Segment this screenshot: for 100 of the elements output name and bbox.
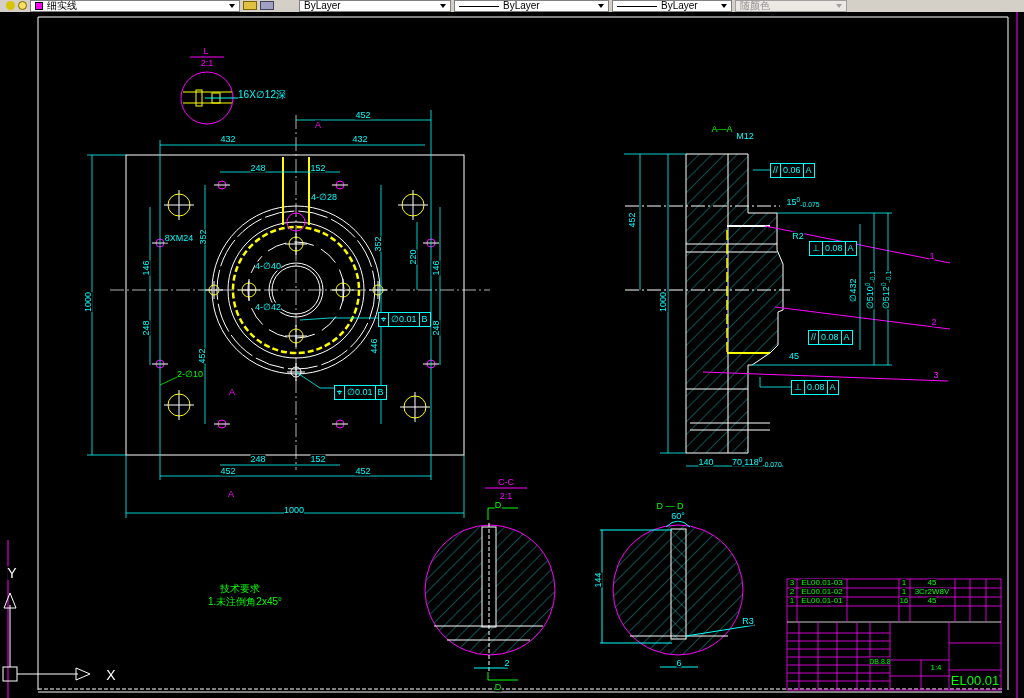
tolerance-value: 0.08 (818, 331, 841, 344)
balloon-number: 2 (931, 317, 937, 327)
dimension-label: 452 (627, 212, 637, 228)
bylayer-dropdown[interactable]: ByLayer (454, 0, 609, 12)
table-cell: 1 (901, 588, 907, 596)
dimension-label: 6 (676, 658, 682, 668)
ucs-axis-icon (2, 592, 91, 682)
dimension-label: 432 (220, 134, 236, 144)
dimension-label: 140 (698, 457, 714, 467)
dimension-label: 220 (408, 249, 418, 265)
table-cell: EL00.01-02 (801, 588, 843, 596)
tolerance-symbol: ⌖ (336, 386, 343, 399)
axis-label: Y (7, 566, 17, 580)
datum-label: B (374, 386, 386, 399)
datum-label: A (802, 164, 814, 177)
view-label: A—A (711, 124, 733, 134)
dimension-label: 60° (671, 511, 685, 521)
dimension-label: 446 (369, 338, 379, 354)
dropdown-value: 随颜色 (740, 1, 770, 11)
dropdown-value: ByLayer (304, 1, 341, 11)
section-mark: A (229, 387, 235, 397)
table-cell: EL00.01-01 (801, 597, 843, 605)
table-cell: EL00.01-03 (801, 579, 843, 587)
dimension-label: 146 (431, 260, 441, 276)
dimension-label: 1000 (284, 505, 304, 515)
dimension-label: 452 (355, 466, 371, 476)
tolerance-symbol: // (810, 331, 817, 344)
dimension-label: 1000 (83, 292, 93, 312)
scale-label: 2:1 (200, 58, 214, 68)
table-cell: 45 (927, 597, 937, 605)
axis-label: X (106, 668, 116, 682)
line-sample-icon (459, 5, 499, 7)
dropdown-value: ByLayer (503, 1, 540, 11)
view-label: L (203, 46, 209, 56)
table-cell: 3Cr2W8V (914, 588, 950, 596)
tolerance-value: 0.06 (780, 164, 803, 177)
dimension-label: 248 (250, 454, 266, 464)
dimension-label: 146 (141, 260, 151, 276)
note-text: 1.未注倒角2x45° (208, 597, 282, 607)
scale-label: 2:1 (499, 491, 513, 501)
dimension-label: 352 (198, 229, 208, 245)
layer-dropdown[interactable]: 细实线 (30, 0, 240, 12)
bylayer-dropdown[interactable]: ByLayer (299, 0, 451, 12)
view-label: D — D (656, 501, 684, 511)
balloon-number: 1 (929, 251, 935, 261)
drawing-number: EL00.01 (950, 673, 1000, 687)
caret-icon (598, 4, 604, 8)
caret-icon (721, 4, 727, 8)
dimension-label: 248 (141, 320, 151, 336)
dimension-label: 45 (789, 351, 799, 361)
dimension-label: R3 (742, 616, 754, 626)
dimension-label: 452 (355, 110, 371, 120)
note-label: 4-∅28 (311, 192, 337, 202)
tolerance-symbol: // (772, 164, 779, 177)
note-label: 8XM24 (164, 233, 194, 243)
note-label: 4-∅40 (255, 261, 281, 271)
tolerance-symbol: ⊥ (793, 381, 803, 394)
section-mark: D (494, 500, 502, 510)
dimension-label: M12 (736, 131, 754, 141)
bylayer-dropdown[interactable]: ByLayer (612, 0, 732, 12)
line-sample-icon (617, 5, 657, 7)
dimension-label: 432 (352, 134, 368, 144)
dimension-label: 2 (504, 658, 510, 668)
section-mark: D (494, 682, 502, 692)
dimension-label: 248 (431, 320, 441, 336)
table-cell: 45 (927, 579, 937, 587)
dimension-label: 152 (310, 454, 326, 464)
view-label: C-C (498, 477, 514, 487)
dimension-label: 70 (732, 457, 742, 467)
tolerance-value: ∅0.01 (344, 386, 375, 399)
table-cell: 1:4 (930, 664, 942, 672)
caret-icon (440, 4, 446, 8)
layer-color-swatch (35, 2, 43, 10)
dimension-label: 352 (373, 236, 383, 252)
dropdown-value: ByLayer (661, 1, 698, 11)
section-mark: A (315, 120, 321, 130)
notes-heading: 技术要求 (220, 584, 260, 594)
table-cell: 2 (789, 588, 795, 596)
datum-label: A (826, 381, 838, 394)
table-cell: 1 (789, 597, 795, 605)
dimension-label: R2 (792, 231, 804, 241)
section-mark: A (228, 489, 234, 499)
tolerance-symbol: ⊥ (811, 242, 821, 255)
balloon-number: 3 (933, 370, 939, 380)
caret-icon (836, 4, 842, 8)
tolerance-value: 0.08 (822, 242, 845, 255)
note-label: 4-∅42 (255, 302, 281, 312)
dimension-label: 452 (197, 348, 207, 364)
dimension-label: 1000 (658, 292, 668, 312)
datum-label: A (840, 331, 852, 344)
layer-name: 细实线 (47, 1, 77, 11)
dimension-label: 152 (310, 163, 326, 173)
dimension-label: 144 (593, 572, 603, 588)
dimension-label: ∅432 (848, 278, 858, 302)
dimension-label: 452 (220, 466, 236, 476)
datum-label: A (844, 242, 856, 255)
table-cell: 16 (899, 597, 909, 605)
datum-label: B (418, 313, 430, 326)
tolerance-value: ∅0.01 (388, 313, 419, 326)
tolerance-value: 0.08 (804, 381, 827, 394)
